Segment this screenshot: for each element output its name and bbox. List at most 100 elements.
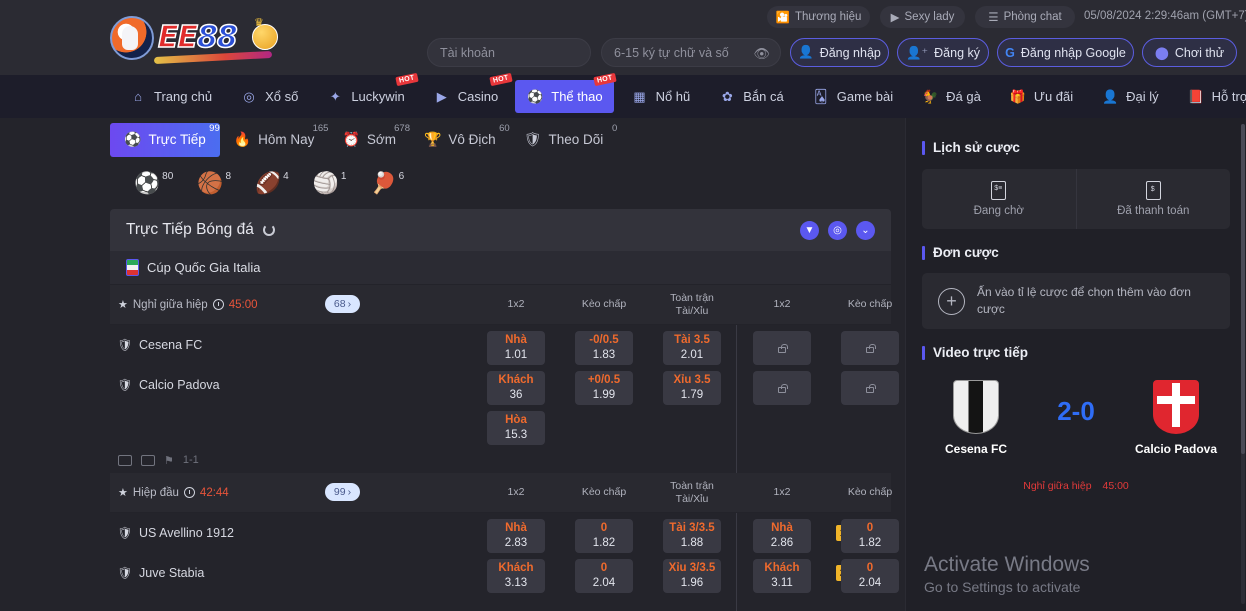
more-markets-button[interactable]: 99 ›: [325, 483, 360, 501]
odd-button[interactable]: Tài 3.5 2.01: [663, 331, 721, 365]
betslip-title: Đơn cược: [922, 245, 1230, 260]
chip-chat-room[interactable]: ☰ Phòng chat: [975, 6, 1075, 28]
nav-item-bắn-cá[interactable]: ✿ Bắn cá: [707, 80, 794, 113]
subtab-hôm-nay[interactable]: 🔥 Hôm Nay 165: [220, 123, 329, 157]
odd-button[interactable]: Xỉu 3.5 1.79: [663, 371, 721, 405]
match-header: ★ Hiệp đầu 42:44 99 › 1x2 Kèo chấp Toàn trận Tài…: [110, 473, 978, 513]
nav-item-game-bài[interactable]: 🂡 Game bài: [801, 80, 904, 113]
odd-value: 1.99: [592, 389, 616, 401]
google-login-button[interactable]: G Đăng nhập Google: [997, 38, 1134, 67]
odd-button[interactable]: Nhà 2.86: [753, 519, 811, 553]
video-clock: 45:00: [1102, 480, 1129, 492]
match-body: 🛡Cesena FC2🛡Calcio Padova0Nhà1.01-0/0.51…: [110, 325, 987, 473]
nav-item-label: Đại lý: [1126, 89, 1159, 104]
league-header[interactable]: Cúp Quốc Gia Italia: [110, 251, 891, 285]
odd-value: 1.83: [592, 349, 616, 361]
chevron-right-icon: ›: [347, 298, 352, 310]
refresh-icon[interactable]: [262, 224, 275, 236]
live-video-match[interactable]: Cesena FC 2-0 Calcio Padova Nghỉ giữa hi…: [922, 380, 1230, 500]
favorite-star-icon[interactable]: ★: [118, 298, 128, 311]
odd-button[interactable]: Nhà 2.83: [487, 519, 545, 553]
odd-button[interactable]: 0 1.82: [841, 519, 899, 553]
nav-item-ưu-đãi[interactable]: 🎁 Ưu đãi: [998, 80, 1084, 113]
odd-button[interactable]: Khách 3.13: [487, 559, 545, 593]
column-header-1: Kèo chấp: [575, 285, 633, 325]
settings-icon[interactable]: ◎: [828, 220, 847, 240]
video-icon[interactable]: [118, 454, 132, 466]
match-body: 🛡US Avellino 191211🛡Juve Stabia21Nhà2.83…: [110, 513, 987, 611]
play-circle-icon: ▶: [890, 12, 900, 24]
basketball-icon: 🏀: [197, 171, 224, 195]
sidebar-scrollbar[interactable]: [1241, 124, 1245, 604]
nav-item-xổ-số[interactable]: ◎ Xổ số: [229, 80, 309, 113]
nav-item-label: Bắn cá: [743, 89, 784, 104]
odd-button[interactable]: 0 2.04: [841, 559, 899, 593]
history-pending-tab[interactable]: $≡ Đang chờ: [922, 169, 1076, 229]
logo-crown-icon: ♛: [254, 17, 264, 29]
sport-filter-tabletennis[interactable]: 🏓 6: [370, 171, 404, 194]
stats-icon[interactable]: [141, 454, 155, 466]
favorite-star-icon[interactable]: ★: [118, 486, 128, 499]
subtab-sớm[interactable]: ⏰ Sớm 678: [328, 123, 410, 157]
column-header-0: 1x2: [487, 473, 545, 513]
nav-item-luckywin[interactable]: ✦ Luckywin HOT: [315, 72, 419, 113]
nav-item-label: Thể thao: [551, 89, 603, 104]
nav-item-thể-thao[interactable]: ⚽ Thể thao HOT: [515, 72, 617, 113]
odd-button[interactable]: -0/0.5 1.83: [575, 331, 633, 365]
sport-filter-soccer[interactable]: ⚽ 80: [134, 171, 173, 194]
column-header-top: Toàn trận: [670, 479, 714, 492]
column-header-2: Toàn trận Tài/Xỉu: [663, 285, 721, 325]
corner-icon: ⚑: [164, 454, 174, 467]
betslip-empty-box[interactable]: + Ấn vào tỉ lệ cược để chọn thêm vào đơn…: [922, 273, 1230, 329]
sport-filter-volleyball[interactable]: 🏐 1: [313, 170, 347, 194]
odd-button[interactable]: Hòa 15.3: [487, 411, 545, 445]
nav-item-casino[interactable]: ▶ Casino HOT: [422, 72, 512, 113]
odd-label: +0/0.5: [587, 374, 621, 387]
history-settled-tab[interactable]: $ Đã thanh toán: [1075, 169, 1231, 229]
pending-label: Đang chờ: [973, 205, 1024, 217]
chip-sexy-lady[interactable]: ▶ Sexy lady: [880, 6, 965, 28]
register-button[interactable]: 👤⁺ Đăng ký: [897, 38, 989, 67]
try-play-button[interactable]: ⬤ Chơi thử: [1142, 38, 1237, 67]
subtab-theo-dõi[interactable]: 🛡 Theo Dõi 0: [510, 123, 618, 157]
odd-button[interactable]: 0 2.04: [575, 559, 633, 593]
odd-button[interactable]: Khách 3.11: [753, 559, 811, 593]
sports-icon: ⚽: [527, 88, 544, 104]
odd-button[interactable]: 0 1.82: [575, 519, 633, 553]
subtab-trực-tiếp[interactable]: ⚽ Trực Tiếp 99: [110, 122, 220, 157]
filter-icon[interactable]: ▼: [800, 220, 819, 240]
nav-item-label: Luckywin: [351, 89, 405, 104]
today-icon: 🔥: [233, 131, 252, 147]
subtab-vô-địch[interactable]: 🏆 Vô Địch 60: [410, 123, 510, 157]
nav-item-đại-lý[interactable]: 👤 Đại lý: [1090, 80, 1170, 113]
login-button[interactable]: 👤 Đăng nhập: [790, 38, 889, 67]
user-icon: 👤: [798, 45, 814, 59]
column-header-bottom: 1x2: [773, 486, 791, 499]
match-list: ★ Nghỉ giữa hiệp 45:00 68 › 1x2 Kèo chấp Toàn t…: [0, 285, 987, 611]
nav-item-đá-gà[interactable]: 🐓 Đá gà: [910, 80, 992, 113]
live-video-title: Video trực tiếp: [922, 345, 1230, 360]
sport-filter-basketball[interactable]: 🏀 8: [197, 171, 231, 195]
collapse-icon[interactable]: ⌄: [856, 220, 875, 240]
odd-button[interactable]: Xỉu 3/3.5 1.96: [663, 559, 721, 593]
odd-value: 1.79: [680, 389, 704, 401]
nav-item-trang-chủ[interactable]: ⌂ Trang chủ: [118, 80, 223, 113]
football-icon: 🏈: [255, 171, 282, 195]
nav-item-nổ-hũ[interactable]: ▦ Nổ hũ: [620, 80, 702, 113]
odd-button[interactable]: Khách 36: [487, 371, 545, 405]
plus-icon: +: [938, 287, 965, 315]
password-input[interactable]: 6-15 ký tự chữ và số 👁: [601, 38, 781, 67]
site-logo[interactable]: EE88 ♛: [104, 10, 278, 66]
account-input[interactable]: Tài khoản: [427, 38, 591, 67]
odd-button[interactable]: +0/0.5 1.99: [575, 371, 633, 405]
top-bar: EE88 ♛ 🎦 Thương hiệu ▶ Sexy lady ☰ Phòng…: [0, 0, 1246, 75]
odd-button[interactable]: Tài 3/3.5 1.88: [663, 519, 721, 553]
nav-item-hỗ-trợ[interactable]: 📕 Hỗ trợ: [1176, 80, 1246, 113]
more-markets-button[interactable]: 68 ›: [325, 295, 360, 313]
chip-brand[interactable]: 🎦 Thương hiệu: [767, 6, 870, 28]
odd-button[interactable]: Nhà 1.01: [487, 331, 545, 365]
sport-filter-football[interactable]: 🏈 4: [255, 171, 289, 195]
promo-icon: 🎁: [1009, 88, 1026, 104]
sport-count: 1: [340, 170, 347, 182]
eye-toggle-icon[interactable]: 👁: [753, 46, 770, 62]
